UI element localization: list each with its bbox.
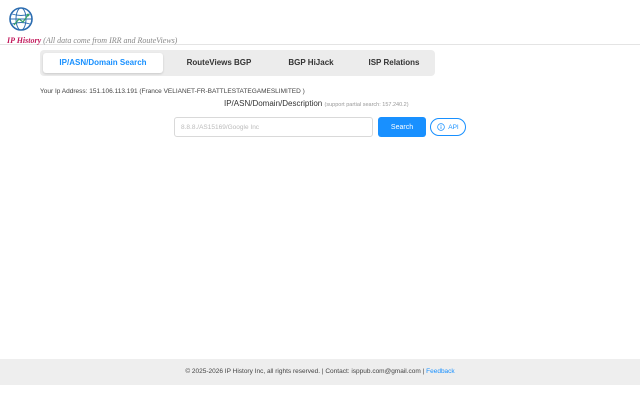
- tab-ip-asn-domain-search[interactable]: IP/ASN/Domain Search: [43, 53, 163, 73]
- globe-icon[interactable]: [8, 6, 34, 32]
- brand: IP History (All data come from IRR and R…: [7, 36, 177, 45]
- search-button[interactable]: Search: [378, 117, 426, 137]
- search-hint: (support partial search: 157.240.2): [324, 102, 409, 108]
- footer: © 2025-2026 IP History Inc, all rights r…: [0, 359, 640, 385]
- brand-name[interactable]: IP History: [7, 36, 41, 45]
- search-input[interactable]: [174, 117, 373, 137]
- header: IP History (All data come from IRR and R…: [0, 0, 640, 45]
- feedback-link[interactable]: Feedback: [426, 368, 455, 375]
- tab-bar: IP/ASN/Domain Search RouteViews BGP BGP …: [40, 50, 435, 76]
- search-title-text: IP/ASN/Domain/Description: [224, 99, 323, 108]
- footer-text: © 2025-2026 IP History Inc, all rights r…: [185, 368, 427, 375]
- search-title: IP/ASN/Domain/Description (support parti…: [224, 99, 409, 108]
- api-button-label: API: [448, 123, 459, 131]
- tab-bgp-hijack[interactable]: BGP HiJack: [275, 53, 347, 73]
- api-button[interactable]: API: [430, 118, 466, 136]
- tab-routeviews-bgp[interactable]: RouteViews BGP: [165, 53, 273, 73]
- tab-isp-relations[interactable]: ISP Relations: [349, 53, 439, 73]
- brand-note: (All data come from IRR and RouteViews): [43, 36, 178, 45]
- info-icon: [437, 123, 445, 131]
- ip-address-info: Your Ip Address: 151.106.113.191 (France…: [40, 88, 305, 95]
